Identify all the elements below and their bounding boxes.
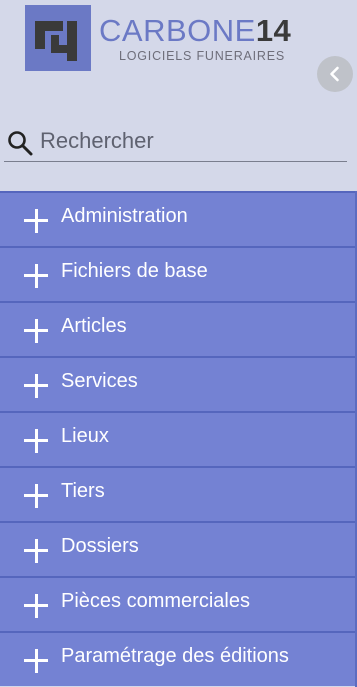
brand-name: CARBONE14	[99, 15, 291, 46]
menu-item-label: Services	[61, 370, 138, 392]
menu-item-label: Dossiers	[61, 535, 139, 557]
menu-item-fichiers-de-base[interactable]: Fichiers de base	[0, 246, 355, 301]
plus-icon	[24, 649, 48, 673]
brand-name-number: 14	[255, 13, 292, 48]
chevron-left-icon	[330, 66, 339, 82]
plus-icon	[24, 264, 48, 288]
plus-icon	[24, 319, 48, 343]
menu-item-pieces-commerciales[interactable]: Pièces commerciales	[0, 576, 355, 631]
menu-item-services[interactable]: Services	[0, 356, 355, 411]
brand-tagline: LOGICIELS FUNERAIRES	[119, 49, 286, 63]
search-box	[4, 121, 347, 162]
menu-item-parametrage-des-editions[interactable]: Paramétrage des éditions	[0, 631, 355, 686]
plus-icon	[24, 374, 48, 398]
menu-item-label: Articles	[61, 315, 127, 337]
menu-item-articles[interactable]: Articles	[0, 301, 355, 356]
menu-item-label: Tiers	[61, 480, 105, 502]
menu-item-dossiers[interactable]: Dossiers	[0, 521, 355, 576]
menu-item-label: Pièces commerciales	[61, 590, 250, 612]
search-icon[interactable]	[6, 129, 34, 157]
menu-item-label: Lieux	[61, 425, 109, 447]
plus-icon	[24, 484, 48, 508]
search-input[interactable]	[38, 123, 342, 159]
menu-item-label: Administration	[61, 205, 188, 227]
sidebar-header: CARBONE14 LOGICIELS FUNERAIRES	[0, 0, 357, 190]
logo[interactable]: CARBONE14 LOGICIELS FUNERAIRES	[25, 5, 295, 73]
menu-item-lieux[interactable]: Lieux	[0, 411, 355, 466]
collapse-sidebar-button[interactable]	[317, 56, 353, 92]
nav-menu: Administration Fichiers de base Articles…	[0, 191, 355, 686]
menu-item-label: Fichiers de base	[61, 260, 208, 282]
menu-item-administration[interactable]: Administration	[0, 191, 355, 246]
plus-icon	[24, 209, 48, 233]
menu-item-tiers[interactable]: Tiers	[0, 466, 355, 521]
brand-name-letters: CARBONE	[99, 13, 256, 48]
plus-icon	[24, 594, 48, 618]
menu-item-label: Paramétrage des éditions	[61, 645, 289, 667]
plus-icon	[24, 429, 48, 453]
plus-icon	[24, 539, 48, 563]
carbone14-logo-icon	[25, 5, 91, 71]
